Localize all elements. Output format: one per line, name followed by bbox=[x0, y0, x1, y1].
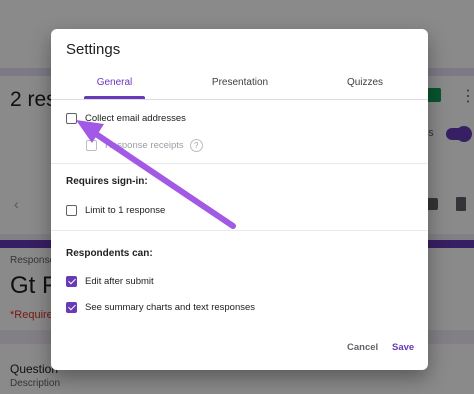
collect-email-label: Collect email addresses bbox=[85, 112, 186, 124]
edit-after-submit-checkbox[interactable] bbox=[66, 275, 77, 287]
tab-general[interactable]: General bbox=[84, 69, 145, 99]
collect-email-row[interactable]: Collect email addresses bbox=[66, 110, 186, 126]
response-receipts-row: Response receipts ? bbox=[86, 137, 203, 153]
help-circle-icon[interactable]: ? bbox=[189, 138, 203, 152]
tab-quizzes[interactable]: Quizzes bbox=[339, 69, 391, 99]
response-receipts-checkbox bbox=[86, 139, 97, 151]
limit-one-row[interactable]: Limit to 1 response bbox=[66, 202, 165, 218]
tab-presentation[interactable]: Presentation bbox=[201, 69, 279, 99]
collect-email-checkbox[interactable] bbox=[66, 112, 77, 124]
settings-dialog: Settings General Presentation Quizzes Co… bbox=[51, 29, 428, 370]
limit-one-checkbox[interactable] bbox=[66, 204, 77, 216]
dialog-title: Settings bbox=[66, 41, 121, 58]
cancel-button[interactable]: Cancel bbox=[347, 342, 378, 353]
divider bbox=[51, 230, 428, 231]
save-button[interactable]: Save bbox=[392, 342, 414, 353]
summary-charts-row[interactable]: See summary charts and text responses bbox=[66, 299, 255, 315]
summary-charts-checkbox[interactable] bbox=[66, 301, 77, 313]
limit-one-label: Limit to 1 response bbox=[85, 204, 166, 216]
summary-charts-label: See summary charts and text responses bbox=[85, 301, 256, 313]
divider bbox=[51, 163, 428, 164]
edit-after-submit-row[interactable]: Edit after submit bbox=[66, 273, 154, 289]
edit-after-submit-label: Edit after submit bbox=[85, 275, 154, 287]
active-tab-indicator bbox=[84, 96, 145, 99]
respondents-heading: Respondents can: bbox=[66, 248, 153, 259]
response-receipts-label: Response receipts bbox=[105, 139, 184, 151]
requires-signin-heading: Requires sign-in: bbox=[66, 176, 148, 187]
